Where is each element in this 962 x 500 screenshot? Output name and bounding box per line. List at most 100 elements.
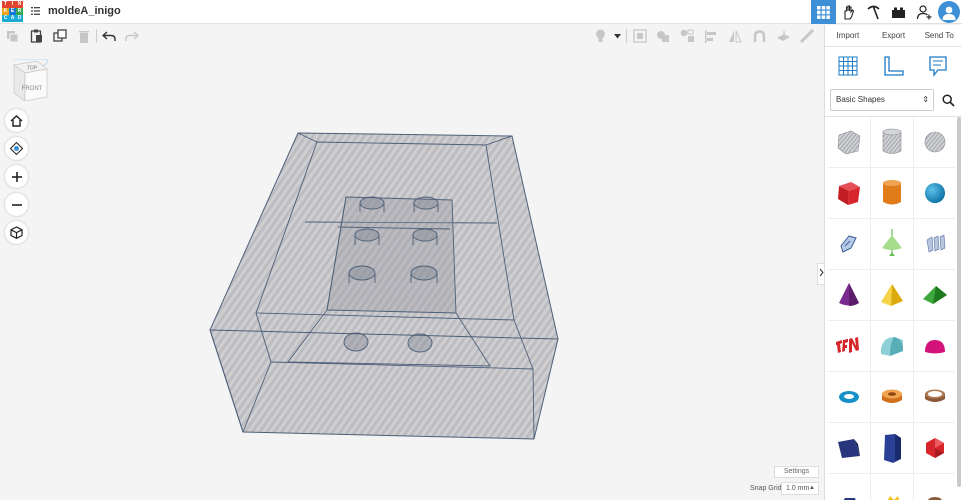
shape-tile[interactable] bbox=[914, 168, 955, 219]
pickaxe-icon bbox=[867, 5, 880, 19]
shape-tile[interactable] bbox=[828, 372, 871, 423]
zoom-out-button[interactable] bbox=[5, 193, 28, 216]
shape-tile[interactable] bbox=[871, 270, 914, 321]
add-user-icon bbox=[916, 5, 931, 20]
add-collaborator-button[interactable] bbox=[911, 0, 936, 24]
cruise-button[interactable] bbox=[751, 28, 767, 44]
ungroup-button[interactable] bbox=[679, 28, 695, 44]
import-button[interactable]: Import bbox=[825, 25, 871, 46]
view-cube[interactable]: TOP FRONT bbox=[13, 59, 49, 101]
shape-tile[interactable] bbox=[914, 474, 955, 500]
duplicate-button[interactable] bbox=[52, 28, 68, 44]
shape-tile[interactable] bbox=[914, 423, 955, 474]
mirror-icon bbox=[729, 30, 742, 42]
shape-tile[interactable] bbox=[828, 270, 871, 321]
hand-icon bbox=[844, 4, 855, 20]
viewcube-front-face[interactable] bbox=[24, 68, 48, 101]
ruler-button[interactable] bbox=[799, 28, 815, 44]
design-list-icon[interactable] bbox=[31, 6, 40, 16]
shape-tile[interactable] bbox=[914, 117, 955, 168]
shape-tile[interactable] bbox=[871, 423, 914, 474]
shape-tile[interactable] bbox=[914, 321, 955, 372]
sphere-hole-icon bbox=[924, 131, 946, 153]
group-button[interactable] bbox=[655, 28, 671, 44]
shape-tile[interactable] bbox=[871, 321, 914, 372]
export-button[interactable]: Export bbox=[871, 25, 917, 46]
shape-tile[interactable] bbox=[871, 168, 914, 219]
shape-tile[interactable] bbox=[871, 372, 914, 423]
shape-tile[interactable] bbox=[914, 372, 955, 423]
shape-tile[interactable] bbox=[828, 219, 871, 270]
shape-search-button[interactable] bbox=[937, 89, 959, 111]
caret-down-icon bbox=[613, 33, 621, 38]
partial-shape-icon bbox=[843, 498, 856, 500]
shape-tile[interactable] bbox=[828, 168, 871, 219]
undo-button[interactable] bbox=[101, 28, 117, 44]
toolbar-divider bbox=[96, 29, 97, 43]
search-icon bbox=[941, 93, 955, 107]
shape-tile[interactable] bbox=[871, 219, 914, 270]
hole-button[interactable] bbox=[632, 28, 648, 44]
workplane-grid-button[interactable] bbox=[835, 53, 861, 79]
shape-tile[interactable] bbox=[871, 474, 914, 500]
document-title[interactable]: moldeA_inigo bbox=[48, 5, 121, 17]
3d-workplane-scene[interactable] bbox=[200, 125, 570, 445]
ruler-tool-button[interactable] bbox=[880, 53, 906, 79]
redo-icon bbox=[125, 30, 139, 41]
shape-tile[interactable] bbox=[914, 270, 955, 321]
grid-icon bbox=[838, 56, 858, 76]
zoom-in-button[interactable] bbox=[5, 165, 28, 188]
sim-lab-button[interactable] bbox=[886, 0, 911, 24]
redo-button[interactable] bbox=[124, 28, 140, 44]
copy-button[interactable] bbox=[4, 28, 20, 44]
copy-icon bbox=[6, 30, 18, 42]
fit-view-button[interactable] bbox=[5, 137, 28, 160]
user-avatar[interactable] bbox=[938, 1, 960, 23]
3d-design-view-button[interactable] bbox=[811, 0, 836, 24]
box-hole-icon bbox=[837, 130, 861, 155]
fit-view-icon bbox=[10, 142, 23, 155]
mirror-button[interactable] bbox=[727, 28, 743, 44]
paste-button[interactable] bbox=[28, 28, 44, 44]
pyramid-icon bbox=[881, 284, 903, 306]
light-button[interactable] bbox=[592, 28, 608, 44]
shape-category-select[interactable]: Basic Shapes ⇕ bbox=[830, 89, 934, 111]
ring-icon bbox=[925, 389, 945, 402]
plus-icon bbox=[11, 171, 22, 182]
tinkercad-logo[interactable]: T I N K E R C A D bbox=[2, 1, 23, 22]
align-button[interactable] bbox=[703, 28, 719, 44]
scribble-icon bbox=[840, 235, 857, 253]
shape-tile[interactable] bbox=[828, 474, 871, 500]
blocks-button[interactable] bbox=[836, 0, 861, 24]
shape-tile[interactable] bbox=[828, 321, 871, 372]
clipboard-icon bbox=[30, 29, 42, 43]
perspective-button[interactable] bbox=[5, 221, 28, 244]
grid-view-icon bbox=[817, 5, 830, 19]
notes-button[interactable] bbox=[925, 53, 951, 79]
ruler-corner-icon bbox=[884, 56, 904, 76]
shape-library-grid bbox=[825, 117, 955, 500]
shape-tile[interactable] bbox=[828, 423, 871, 474]
shape-tile[interactable] bbox=[828, 117, 871, 168]
ungroup-icon bbox=[680, 29, 694, 42]
workplane-button[interactable] bbox=[775, 28, 791, 44]
shape-tile[interactable] bbox=[871, 117, 914, 168]
light-dropdown-button[interactable] bbox=[612, 28, 622, 44]
roof-icon bbox=[923, 286, 947, 304]
edit-toolbar bbox=[0, 25, 822, 47]
undo-icon bbox=[102, 30, 116, 41]
delete-button[interactable] bbox=[76, 28, 92, 44]
cone-icon bbox=[839, 283, 859, 306]
home-view-button[interactable] bbox=[5, 109, 28, 132]
star-icon bbox=[888, 496, 899, 500]
send-to-button[interactable]: Send To bbox=[916, 25, 962, 46]
shape-tile[interactable] bbox=[914, 219, 955, 270]
user-icon bbox=[942, 6, 956, 20]
minus-icon bbox=[11, 203, 22, 206]
snap-grid-select[interactable]: 1.0 mm ▲ bbox=[781, 482, 819, 495]
settings-button[interactable]: Settings bbox=[774, 466, 819, 478]
hexagonal-prism-icon bbox=[884, 434, 901, 463]
viewcube-front-label: FRONT bbox=[22, 86, 43, 92]
shape-panel-scrollbar[interactable] bbox=[957, 117, 961, 487]
bricks-button[interactable] bbox=[861, 0, 886, 24]
